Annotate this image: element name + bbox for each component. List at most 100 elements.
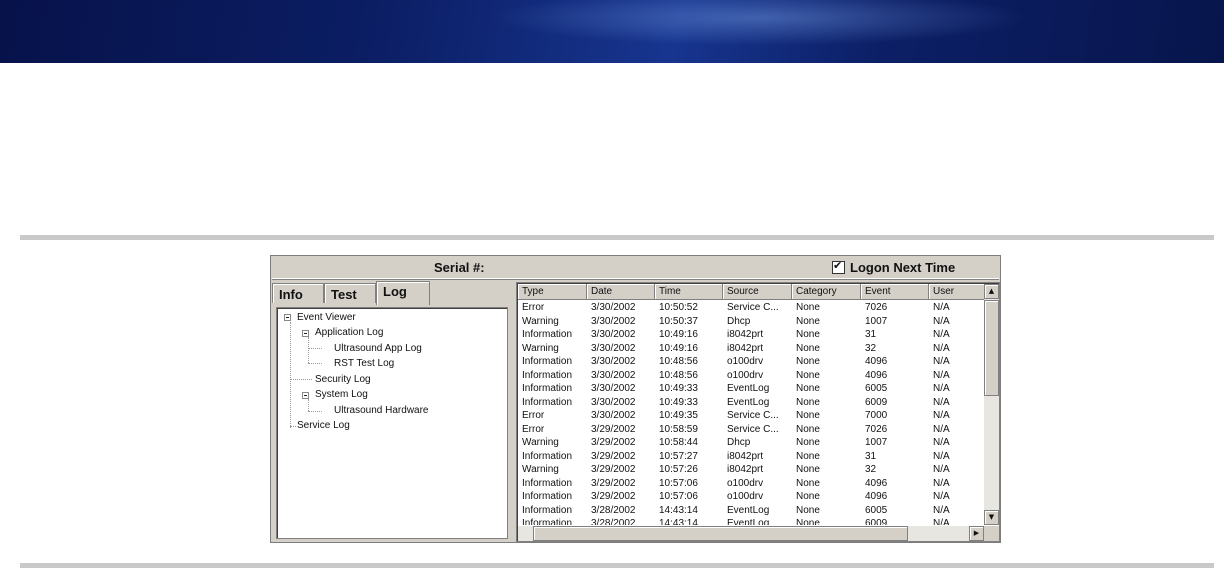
table-row[interactable]: Warning 3/30/2002 10:49:16 i8042prt None 32 N/… (518, 342, 984, 356)
table-row[interactable]: Information 3/30/2002 10:48:56 o100drv None 4… (518, 355, 984, 369)
cell-event: 32 (865, 464, 877, 475)
cell-user: N/A (933, 504, 950, 516)
table-row[interactable]: Warning 3/29/2002 10:58:44 Dhcp None 1007 N/A (518, 436, 984, 450)
cell-category: None (796, 356, 820, 367)
cell-date: 3/29/2002 (591, 450, 636, 462)
cell-source: i8042prt (727, 450, 764, 462)
tree-line (308, 348, 322, 349)
table-row[interactable]: Information 3/29/2002 10:57:27 i8042prt None… (518, 450, 984, 464)
cell-type: Error (522, 410, 545, 421)
horizontal-scroll-thumb[interactable] (533, 526, 908, 541)
cell-type: Information (522, 477, 573, 489)
table-row[interactable]: Information 3/30/2002 10:49:16 i8042prt None… (518, 328, 984, 342)
tree-item-event-viewer[interactable]: Event Viewer (297, 312, 356, 323)
collapse-icon[interactable] (302, 330, 309, 337)
cell-date: 3/28/2002 (591, 518, 636, 525)
logon-checkbox[interactable] (832, 259, 845, 274)
table-row[interactable]: Information 3/29/2002 10:57:06 o100drv None 4… (518, 490, 984, 504)
horizontal-scrollbar[interactable]: ▶ (518, 526, 984, 541)
cell-date: 3/29/2002 (591, 423, 636, 435)
cell-user: N/A (933, 302, 950, 313)
scroll-up-icon[interactable]: ▲ (984, 284, 999, 299)
cell-type: Information (522, 504, 573, 516)
cell-event: 6005 (865, 504, 888, 516)
tab-info[interactable]: Info (272, 283, 324, 303)
cell-category: None (796, 369, 820, 381)
table-row[interactable]: Information 3/28/2002 14:43:14 EventLog None… (518, 517, 984, 525)
cell-source: EventLog (727, 383, 770, 394)
cell-event: 6009 (865, 518, 888, 525)
list-header: Type Date Time Source Category Event User (518, 284, 986, 300)
column-header-category[interactable]: Category (792, 284, 861, 300)
tab-log[interactable]: Log (376, 281, 430, 305)
cell-source: i8042prt (727, 464, 764, 475)
cell-type: Warning (522, 464, 559, 475)
column-header-time[interactable]: Time (655, 284, 723, 300)
cell-user: N/A (933, 464, 950, 475)
tree-item-ultrasound-hardware[interactable]: Ultrasound Hardware (334, 405, 429, 416)
tree-item-service-log[interactable]: Service Log (297, 420, 350, 431)
cell-user: N/A (933, 450, 950, 462)
scroll-down-icon[interactable]: ▼ (984, 510, 999, 525)
cell-source: o100drv (727, 369, 764, 381)
tree-item-rst-test-log[interactable]: RST Test Log (334, 358, 394, 369)
table-row[interactable]: Error 3/30/2002 10:50:52 Service C... None 70… (518, 301, 984, 315)
cell-date: 3/30/2002 (591, 315, 636, 327)
scroll-corner (984, 526, 999, 541)
vertical-scrollbar[interactable]: ▲ ▼ (984, 284, 999, 525)
table-row[interactable]: Information 3/30/2002 10:49:33 EventLog None… (518, 396, 984, 410)
collapse-icon[interactable] (284, 314, 291, 321)
table-row[interactable]: Warning 3/30/2002 10:50:37 Dhcp None 1007 N/A (518, 315, 984, 329)
table-row[interactable]: Information 3/29/2002 10:57:06 o100drv None 4… (518, 477, 984, 491)
table-row[interactable]: Error 3/29/2002 10:58:59 Service C... None 70… (518, 423, 984, 437)
tree-item-security-log[interactable]: Security Log (315, 374, 371, 385)
cell-event: 7000 (865, 410, 888, 421)
cell-event: 4096 (865, 491, 888, 502)
top-divider (20, 235, 1214, 240)
table-row[interactable]: Error 3/30/2002 10:49:35 Service C... None 70… (518, 409, 984, 423)
cell-category: None (796, 437, 820, 448)
column-header-event[interactable]: Event (861, 284, 929, 300)
cell-source: o100drv (727, 356, 764, 367)
cell-date: 3/29/2002 (591, 464, 636, 475)
bottom-divider (20, 563, 1214, 568)
table-row[interactable]: Information 3/28/2002 14:43:14 EventLog None… (518, 504, 984, 518)
cell-time: 10:57:06 (659, 477, 698, 489)
logon-next-time[interactable]: Logon Next Time (832, 259, 955, 275)
tree-item-system-log[interactable]: System Log (315, 389, 368, 400)
cell-event: 32 (865, 342, 877, 354)
cell-type: Error (522, 302, 545, 313)
cell-time: 10:49:16 (659, 342, 698, 354)
cell-source: EventLog (727, 504, 770, 516)
cell-category: None (796, 302, 820, 313)
column-header-date[interactable]: Date (587, 284, 655, 300)
cell-category: None (796, 342, 820, 354)
vertical-scroll-thumb[interactable] (984, 300, 999, 396)
table-row[interactable]: Information 3/30/2002 10:49:33 EventLog None… (518, 382, 984, 396)
column-header-type[interactable]: Type (518, 284, 587, 300)
cell-source: Service C... (727, 423, 779, 435)
column-header-source[interactable]: Source (723, 284, 792, 300)
tree-item-application-log[interactable]: Application Log (315, 327, 383, 338)
cell-date: 3/30/2002 (591, 342, 636, 354)
cell-source: i8042prt (727, 329, 764, 340)
cell-event: 31 (865, 450, 877, 462)
scroll-right-icon[interactable]: ▶ (969, 526, 984, 541)
table-row[interactable]: Warning 3/29/2002 10:57:26 i8042prt None 32 N/… (518, 463, 984, 477)
collapse-icon[interactable] (302, 392, 309, 399)
cell-date: 3/30/2002 (591, 302, 636, 313)
cell-event: 1007 (865, 437, 888, 448)
tab-test[interactable]: Test (324, 283, 376, 303)
cell-time: 10:57:26 (659, 464, 698, 475)
cell-event: 4096 (865, 477, 888, 489)
log-tree: Event Viewer Application Log Ultrasound … (276, 307, 508, 539)
cell-category: None (796, 464, 820, 475)
tree-item-ultrasound-app-log[interactable]: Ultrasound App Log (334, 343, 422, 354)
cell-type: Information (522, 491, 573, 502)
column-header-user[interactable]: User (929, 284, 986, 300)
cell-category: None (796, 491, 820, 502)
cell-category: None (796, 315, 820, 327)
table-row[interactable]: Information 3/30/2002 10:48:56 o100drv None 4… (518, 369, 984, 383)
cell-time: 10:58:44 (659, 437, 698, 448)
cell-user: N/A (933, 369, 950, 381)
